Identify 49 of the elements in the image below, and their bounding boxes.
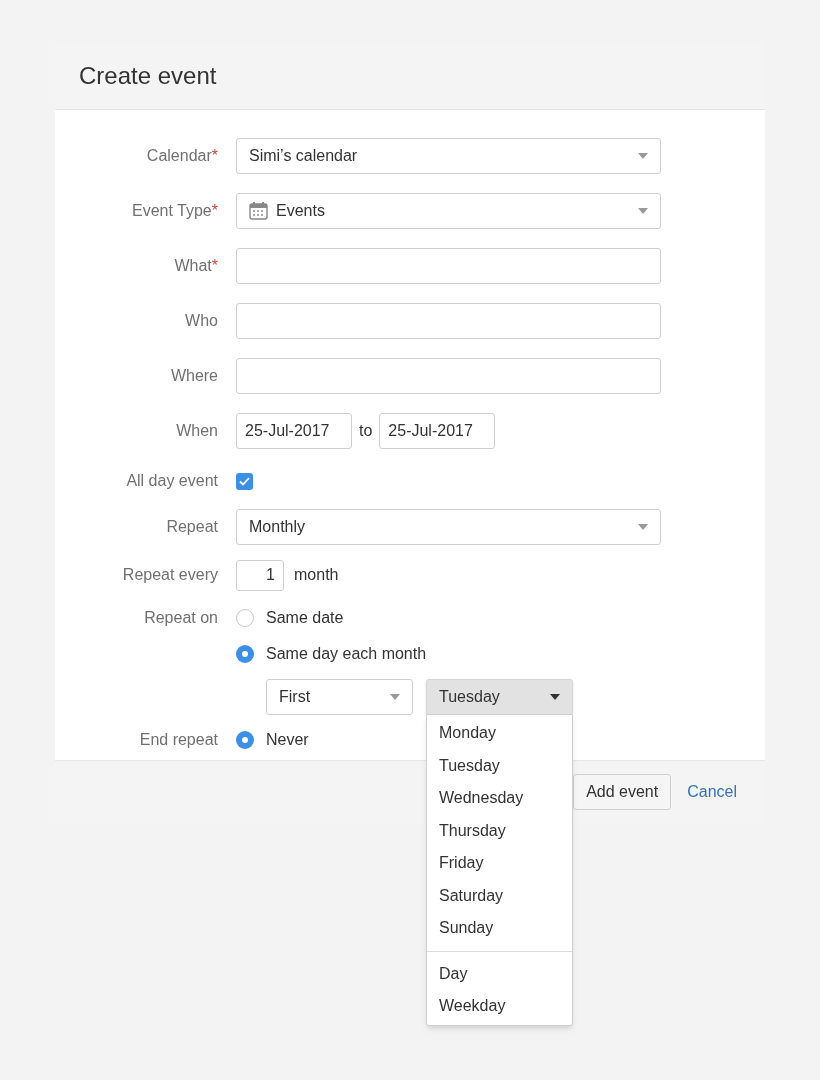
menu-item[interactable]: Day [427,957,572,990]
menu-item[interactable]: Friday [427,847,572,880]
unit-label: month [294,565,339,585]
range-connector: to [359,420,373,441]
radio-button[interactable] [236,645,254,663]
menu-item[interactable]: Monday [427,717,572,750]
menu-item[interactable]: Weekday [427,990,572,1023]
radio-button[interactable] [236,609,254,627]
dropdown[interactable]: Events [236,192,661,229]
radio-label: Never [266,730,309,750]
radio-label: Same date [266,608,344,628]
field-label: Calendar* [146,145,218,166]
date-field[interactable]: 25-Jul-2017 [379,412,496,449]
field-label: Repeat every [122,565,218,585]
dialog-title: Create event [79,60,217,91]
input-field[interactable] [236,247,661,284]
dropdown[interactable]: Monthly [236,509,661,545]
date-field[interactable]: 25-Jul-2017 [236,412,352,449]
dropdown[interactable]: First [266,679,413,715]
field-label: What* [174,255,218,276]
field-label: Event Type* [132,200,218,221]
number-field[interactable]: 1 [236,559,284,591]
field-label: End repeat [139,730,218,750]
menu-item[interactable]: Thursday [427,814,572,847]
menu-item[interactable]: Tuesday [427,749,572,782]
menu-item[interactable]: Wednesday [427,782,572,815]
add-event-button[interactable]: Add event [573,774,672,810]
field-label: All day event [126,471,218,491]
caret-icon [638,524,648,530]
cancel-link[interactable]: Cancel [687,780,737,804]
radio-button[interactable] [236,731,254,749]
field-label: Who [185,310,218,331]
field-label: Repeat [166,517,218,537]
menu-item[interactable]: Saturday [427,879,572,912]
caret-icon [638,207,648,214]
caret-icon [550,694,560,700]
menu-item[interactable]: Sunday [427,912,572,945]
input-field[interactable] [236,302,661,339]
dropdown[interactable]: Simi’s calendar [236,137,661,174]
input-field[interactable] [236,357,661,394]
field-label: When [176,420,218,441]
field-label: Repeat on [144,608,218,628]
caret-icon [390,694,400,700]
radio-label: Same day each month [266,644,427,664]
checkmark-icon [239,476,250,486]
caret-icon [638,152,648,159]
field-label: Where [170,365,218,386]
calendar-icon [249,201,268,220]
checkbox[interactable] [236,472,253,490]
